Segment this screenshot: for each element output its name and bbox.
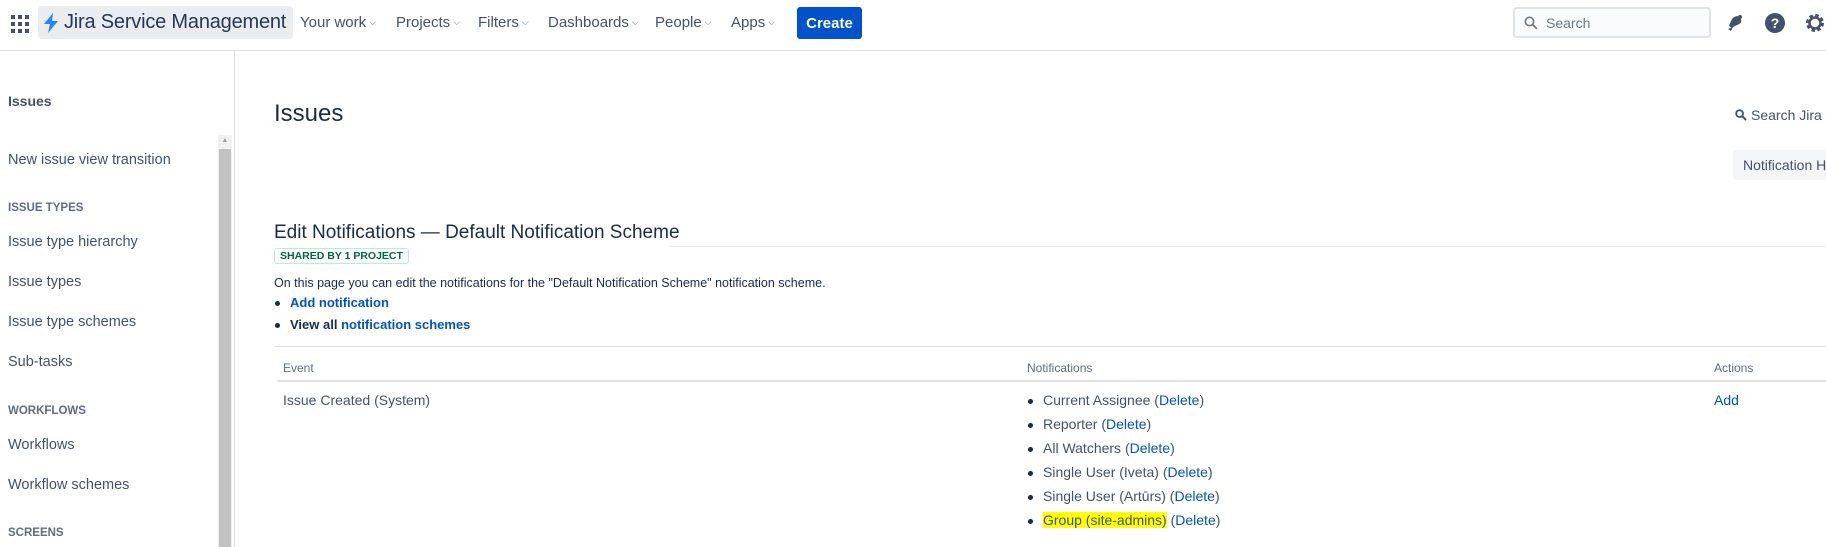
sidebar-section-screens: SCREENS [8, 527, 64, 539]
notification-schemes-link[interactable]: notification schemes [341, 317, 470, 332]
table-header-divider [277, 380, 1826, 382]
sidebar-item-issue-type-schemes[interactable]: Issue type schemes [8, 314, 136, 330]
scheme-actions-list: Add notification View all notification s… [274, 295, 470, 339]
delete-notification-link[interactable]: Delete [1175, 512, 1215, 528]
notifications-list: Current Assignee (Delete) Reporter (Dele… [1027, 392, 1220, 536]
notification-recipient-highlighted: Group (site-admins) [1043, 512, 1167, 528]
create-button[interactable]: Create [797, 7, 862, 39]
view-all-prefix: View all [290, 317, 338, 332]
nav-filters[interactable]: Filters ⌵ [478, 14, 529, 31]
title-divider [670, 246, 1826, 247]
sidebar-heading: Issues [8, 93, 52, 109]
app-switcher-icon[interactable] [11, 15, 29, 33]
chevron-down-icon: ⌵ [631, 17, 639, 27]
search-jira-admin-link[interactable]: Search Jira a [1735, 107, 1826, 123]
chevron-down-icon: ⌵ [521, 17, 529, 27]
search-icon [1735, 109, 1747, 121]
help-icon[interactable]: ? [1763, 11, 1787, 35]
column-header-event: Event [283, 361, 314, 375]
scroll-up-arrow-icon[interactable]: ▲ [218, 135, 232, 147]
sidebar-item-issue-type-hierarchy[interactable]: Issue type hierarchy [8, 234, 138, 250]
top-navigation: Jira Service Management Your work ⌵ Proje… [0, 0, 1826, 51]
search-field[interactable] [1513, 7, 1711, 38]
notifications-icon[interactable] [1723, 11, 1747, 35]
search-icon [1524, 16, 1538, 29]
sidebar-section-issue-types: ISSUE TYPES [8, 202, 84, 214]
nav-your-work[interactable]: Your work ⌵ [300, 14, 376, 31]
nav-projects[interactable]: Projects ⌵ [396, 14, 460, 31]
product-logo[interactable]: Jira Service Management [38, 6, 294, 39]
event-name: Issue Created [283, 392, 371, 408]
scheme-description: On this page you can edit the notificati… [274, 276, 826, 290]
notification-recipient: Single User (Artūrs) [1043, 488, 1166, 504]
sidebar-scrollbar[interactable]: ▲ [218, 135, 232, 547]
scrollbar-thumb[interactable] [219, 149, 231, 547]
product-name: Jira Service Management [64, 11, 287, 33]
event-type: (System) [374, 392, 431, 408]
notification-helper-button[interactable]: Notification H [1733, 150, 1826, 180]
shared-by-projects-badge[interactable]: SHARED BY 1 PROJECT [274, 248, 409, 264]
notification-item: Single User (Iveta) (Delete) [1027, 464, 1220, 488]
nav-people[interactable]: People ⌵ [655, 14, 712, 31]
chevron-down-icon: ⌵ [704, 17, 712, 27]
notification-recipient: Current Assignee [1043, 392, 1151, 408]
notification-item: Single User (Artūrs) (Delete) [1027, 488, 1220, 512]
event-cell: Issue Created (System) [283, 392, 430, 408]
delete-notification-link[interactable]: Delete [1174, 488, 1214, 504]
sidebar-item-workflow-schemes[interactable]: Workflow schemes [8, 477, 129, 493]
add-notification-link[interactable]: Add notification [290, 295, 389, 310]
sidebar-item-workflows[interactable]: Workflows [8, 437, 75, 453]
delete-notification-link[interactable]: Delete [1168, 464, 1208, 480]
scheme-title: Edit Notifications — Default Notificatio… [274, 222, 680, 243]
list-item: Add notification [274, 295, 470, 317]
chevron-down-icon: ⌵ [369, 17, 376, 27]
delete-notification-link[interactable]: Delete [1130, 440, 1170, 456]
page-title: Issues [274, 100, 344, 127]
sidebar: Issues New issue view transition ISSUE T… [0, 51, 235, 547]
notification-recipient: All Watchers [1043, 440, 1122, 456]
delete-notification-link[interactable]: Delete [1159, 392, 1199, 408]
settings-icon[interactable] [1803, 11, 1826, 35]
list-item: View all notification schemes [274, 317, 470, 339]
delete-notification-link[interactable]: Delete [1106, 416, 1146, 432]
notification-recipient: Reporter [1043, 416, 1098, 432]
column-header-notifications: Notifications [1027, 361, 1093, 375]
chevron-down-icon: ⌵ [453, 17, 461, 27]
nav-dashboards[interactable]: Dashboards ⌵ [548, 14, 639, 31]
notification-item: All Watchers (Delete) [1027, 440, 1220, 464]
nav-apps[interactable]: Apps ⌵ [731, 14, 775, 31]
notification-item: Current Assignee (Delete) [1027, 392, 1220, 416]
notification-item: Reporter (Delete) [1027, 416, 1220, 440]
sidebar-item-sub-tasks[interactable]: Sub-tasks [8, 354, 72, 370]
notification-item: Group (site-admins) (Delete) [1027, 512, 1220, 536]
notification-recipient: Single User (Iveta) [1043, 464, 1159, 480]
table-top-divider [274, 346, 1826, 347]
lightning-icon [44, 12, 58, 33]
svg-text:?: ? [1771, 15, 1780, 31]
sidebar-item-issue-types[interactable]: Issue types [8, 274, 81, 290]
add-notification-action-link[interactable]: Add [1714, 392, 1739, 408]
column-header-actions: Actions [1714, 361, 1754, 375]
sidebar-item-new-issue-view-transition[interactable]: New issue view transition [8, 152, 171, 168]
chevron-down-icon: ⌵ [768, 17, 776, 27]
search-input[interactable] [1546, 14, 1706, 31]
sidebar-section-workflows: WORKFLOWS [8, 405, 86, 417]
